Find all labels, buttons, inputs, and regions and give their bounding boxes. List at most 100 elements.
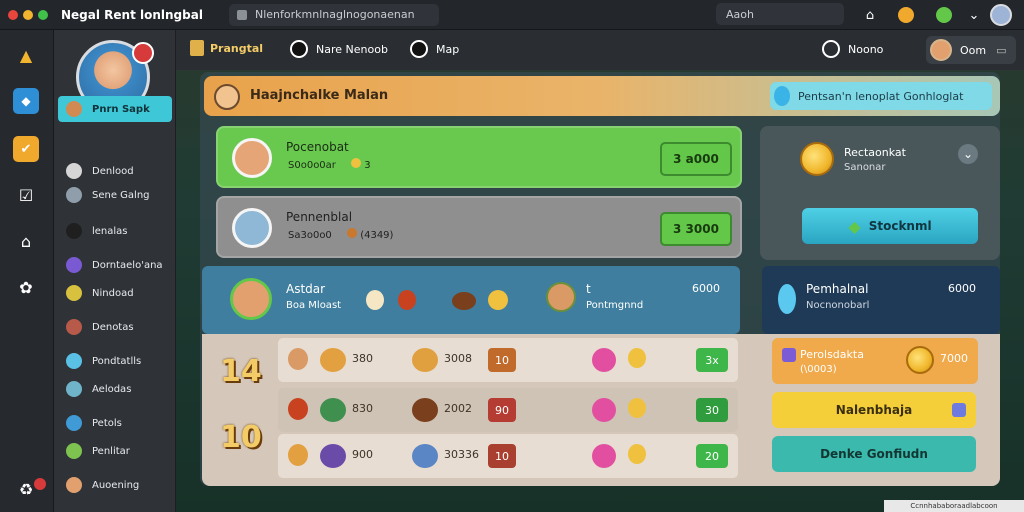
profile-avatar[interactable]: [990, 4, 1012, 26]
nav-item[interactable]: Pondtatlls: [58, 348, 172, 374]
close-window-icon[interactable]: [8, 9, 18, 20]
rank-number: 10: [220, 420, 262, 455]
item-offer[interactable]: Perolsdakta (\0003) 7000: [772, 338, 978, 384]
maximize-window-icon[interactable]: [38, 9, 48, 20]
nav-item[interactable]: Petols: [58, 410, 172, 436]
home-icon[interactable]: ⌂: [860, 5, 880, 25]
table-row[interactable]: 900 30336 10 20: [278, 434, 738, 478]
ally-label: t: [586, 282, 591, 296]
gem-icon: [774, 86, 790, 106]
coin-icon[interactable]: [898, 7, 914, 23]
row-badge: 90: [488, 398, 516, 422]
home-icon[interactable]: ⌂: [13, 228, 39, 254]
confirm-button[interactable]: Denke Gonfiudn: [772, 436, 976, 472]
card-collect-button[interactable]: 3 3000: [660, 212, 732, 246]
row-reward-icon: [412, 348, 438, 372]
nav-item[interactable]: Denlood: [58, 158, 172, 184]
nav-item[interactable]: Sene Galng: [58, 182, 172, 208]
chevron-down-icon[interactable]: ⌄: [964, 5, 984, 25]
search-input[interactable]: Aaoh: [716, 3, 844, 25]
check-icon[interactable]: ☑: [13, 182, 39, 208]
gold-coin-icon: [800, 142, 834, 176]
section-tab[interactable]: Prangtal: [190, 40, 263, 56]
row-value: 900: [352, 448, 373, 461]
team-row[interactable]: Astdar Boa Mloast t Pontmgnnd 6000: [202, 266, 740, 334]
row-avatar: [288, 348, 308, 370]
section-label: Prangtal: [210, 41, 264, 55]
table-row[interactable]: 380 3008 10 3x: [278, 338, 738, 382]
nav-item-label: Pnrn Sapk: [92, 103, 150, 115]
warning-icon[interactable]: ▲: [13, 42, 39, 68]
row-score: 3008: [444, 352, 472, 365]
nav-item[interactable]: Penlitar: [58, 438, 172, 464]
nav-item[interactable]: Auoening: [58, 472, 172, 498]
coin-icon: [351, 158, 362, 168]
nav-item-label: Pondtatlls: [92, 355, 142, 367]
bag-icon: [398, 290, 416, 310]
map-icon[interactable]: ◆: [13, 88, 39, 114]
nav-item[interactable]: Aelodas: [58, 376, 172, 402]
card-sub-label: Sa3o0o0: [288, 230, 332, 241]
row-avatar: [288, 444, 308, 466]
row-action-button[interactable]: 20: [696, 444, 728, 468]
nav-item-icon: [66, 163, 82, 179]
banner-pill-button[interactable]: Pentsan'n lenoplat Gonhloglat: [770, 82, 992, 110]
nav-item-label: lenalas: [92, 225, 128, 237]
item-value: 7000: [940, 352, 968, 365]
card-coins: (4349): [360, 230, 394, 241]
card-name: Pocenobat: [286, 140, 349, 154]
card-collect-button[interactable]: 3 a000: [660, 142, 732, 176]
table-row[interactable]: 830 2002 90 30: [278, 388, 738, 432]
chevron-down-icon[interactable]: ⌄: [958, 144, 978, 164]
nav-item[interactable]: Denotas: [58, 314, 172, 340]
nav-item[interactable]: Dorntaelo'ana: [58, 252, 172, 278]
quest-card[interactable]: Pennenblal Sa3o0o0 (4349) 3 3000: [216, 196, 742, 258]
tab-icon: [290, 40, 308, 58]
nav-item[interactable]: lenalas: [58, 218, 172, 244]
user-chip[interactable]: Oom ▭: [926, 36, 1016, 64]
minimize-window-icon[interactable]: [23, 9, 33, 20]
gift-icon: [952, 403, 966, 417]
nav-item-label: Nindoad: [92, 287, 134, 299]
row-action-button[interactable]: 3x: [696, 348, 728, 372]
row-action-button[interactable]: 30: [696, 398, 728, 422]
gold-coin-icon: [906, 346, 934, 374]
nav-item-icon: [66, 381, 82, 397]
search-placeholder: Aaoh: [726, 7, 754, 21]
gem-icon: ◆: [848, 216, 861, 236]
crystal-icon: [778, 284, 796, 314]
quest-card[interactable]: Pocenobat S0o0o0ar 3 3 a000: [216, 126, 742, 188]
tab-icon: [410, 40, 428, 58]
yellow-button-label: Nalenbhaja: [835, 403, 913, 417]
settings-icon[interactable]: ✿: [13, 274, 39, 300]
reward-title: Rectaonkat: [844, 146, 906, 159]
icon-sidebar: ▲ ◆ ✔ ☑ ⌂ ✿ ♻: [0, 30, 54, 512]
tab-map[interactable]: Map: [410, 40, 459, 58]
nav-item-icon: [66, 187, 82, 203]
rank-number: 14: [220, 354, 262, 389]
gem-icon: [592, 348, 616, 372]
status-icon: [822, 40, 840, 58]
gem-icon[interactable]: [936, 7, 952, 23]
row-badge: 10: [488, 444, 516, 468]
address-text: Nlenforkmnlnaglnogonaenan: [255, 8, 415, 21]
item-name: Perolsdakta: [800, 348, 864, 361]
tasks-icon[interactable]: ✔: [13, 136, 39, 162]
stock-button[interactable]: ◆ Stocknml: [802, 208, 978, 244]
nav-item-icon: [66, 477, 82, 493]
team-value: 6000: [692, 282, 720, 295]
nav-item-icon: [66, 319, 82, 335]
nav-item[interactable]: Nindoad: [58, 280, 172, 306]
yellow-action-button[interactable]: Nalenbhaja: [772, 392, 976, 428]
nav-item-icon: [66, 223, 82, 239]
nav-item-icon: [66, 257, 82, 273]
tab-nare-nenoob[interactable]: Nare Nenoob: [290, 40, 388, 58]
ally-sub: Pontmgnnd: [586, 300, 644, 311]
status-indicator[interactable]: Noono: [822, 40, 883, 58]
bread-icon: [452, 292, 476, 310]
stock-button-label: Stocknml: [868, 219, 932, 233]
address-bar[interactable]: Nlenforkmnlnaglnogonaenan: [229, 3, 439, 26]
nav-item[interactable]: Pnrn Sapk: [58, 96, 172, 122]
gem-icon: [592, 398, 616, 422]
app-title: Negal Rent lonlngbal: [61, 7, 203, 22]
